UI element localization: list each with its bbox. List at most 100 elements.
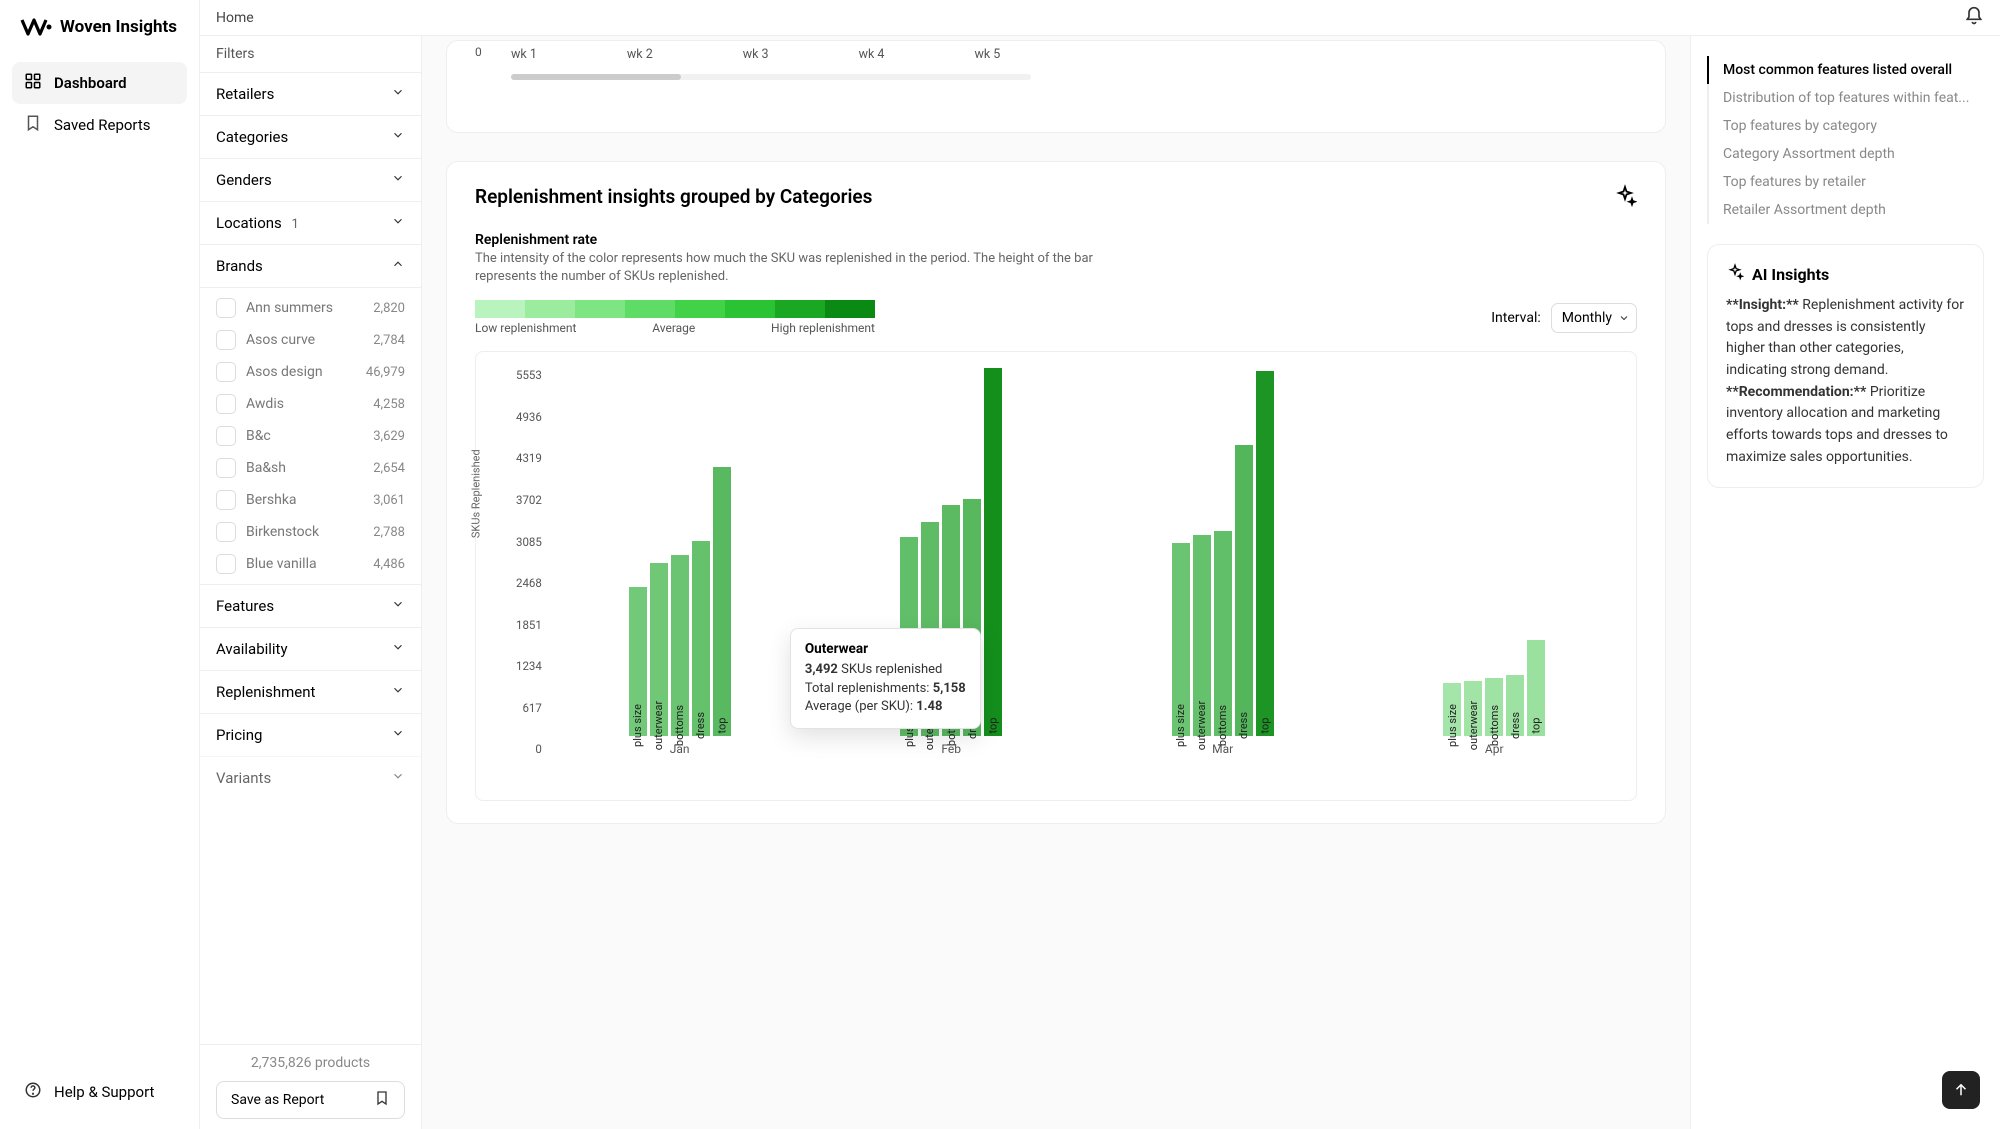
checkbox[interactable] (216, 522, 236, 542)
brand-count: 2,784 (373, 333, 405, 348)
brand-list[interactable]: Ann summers 2,820 Asos curve 2,784 Asos desi… (200, 287, 421, 584)
checkbox[interactable] (216, 298, 236, 318)
bar[interactable]: dress (692, 541, 710, 736)
chevron-down-icon (391, 128, 405, 146)
save-report-button[interactable]: Save as Report (216, 1081, 405, 1119)
sparkle-icon[interactable] (1613, 184, 1637, 208)
interval-value: Monthly (1562, 310, 1612, 326)
bar-label: outerwear (1195, 701, 1208, 750)
bar-label: dress (694, 712, 707, 739)
brand-item[interactable]: Birkenstock2,788 (200, 516, 421, 548)
y-tick: 3085 (516, 535, 542, 549)
breadcrumb-home[interactable]: Home (216, 10, 254, 26)
bar[interactable]: plus size (629, 587, 647, 736)
filter-genders[interactable]: Genders (200, 158, 421, 201)
bar[interactable]: outerwear (650, 563, 668, 737)
brand-count: 46,979 (366, 365, 405, 380)
chevron-down-icon (391, 769, 405, 787)
checkbox[interactable] (216, 362, 236, 382)
brand-count: 2,820 (373, 301, 405, 316)
filter-availability[interactable]: Availability (200, 627, 421, 670)
brand-item[interactable]: Ann summers 2,820 (200, 292, 421, 324)
mini-scroll-thumb[interactable] (511, 74, 681, 80)
toc-item[interactable]: Top features by category (1707, 112, 1984, 140)
filter-features[interactable]: Features (200, 584, 421, 627)
checkbox[interactable] (216, 490, 236, 510)
checkbox[interactable] (216, 554, 236, 574)
brand-item[interactable]: Asos design46,979 (200, 356, 421, 388)
brand-item[interactable]: B&c3,629 (200, 420, 421, 452)
chevron-down-icon (391, 640, 405, 658)
filters-title: Filters (200, 36, 421, 72)
filter-brands[interactable]: Brands (200, 244, 421, 287)
chevron-down-icon (391, 214, 405, 232)
y-axis-label: SKUs Replenished (470, 450, 483, 539)
bar-label: plus size (631, 704, 644, 747)
checkbox[interactable] (216, 458, 236, 478)
bar[interactable]: bottoms (1214, 531, 1232, 736)
scroll-top-button[interactable] (1942, 1071, 1980, 1109)
nav-help-label: Help & Support (54, 1083, 154, 1101)
nav-help[interactable]: Help & Support (12, 1071, 187, 1113)
interval-select[interactable]: Monthly (1551, 303, 1637, 333)
bar[interactable]: bottoms (671, 555, 689, 737)
save-report-label: Save as Report (231, 1092, 324, 1108)
chevron-down-icon (391, 683, 405, 701)
toc-item[interactable]: Top features by retailer (1707, 168, 1984, 196)
grad-low: Low replenishment (475, 321, 576, 335)
y-ticks: 555349364319370230852468185112346170 (516, 368, 550, 756)
bar[interactable]: outerwear (1464, 681, 1482, 737)
checkbox[interactable] (216, 330, 236, 350)
brand-item[interactable]: Awdis4,258 (200, 388, 421, 420)
checkbox[interactable] (216, 394, 236, 414)
bar[interactable]: plus size (1172, 543, 1190, 737)
brand-item[interactable]: Asos curve 2,784 (200, 324, 421, 356)
brand-item[interactable]: Blue vanilla4,486 (200, 548, 421, 580)
bar[interactable]: dress (1235, 445, 1253, 737)
bar[interactable]: dress (1506, 675, 1524, 736)
mini-scrollbar[interactable] (511, 74, 1031, 80)
brand-name: Blue vanilla (246, 556, 317, 572)
filter-replenishment[interactable]: Replenishment (200, 670, 421, 713)
bar-label: bottoms (1488, 705, 1501, 746)
brand-name: Asos curve (246, 332, 315, 348)
brand-item[interactable]: Bershka3,061 (200, 484, 421, 516)
filter-pricing[interactable]: Pricing (200, 713, 421, 756)
nav-dashboard[interactable]: Dashboard (12, 62, 187, 104)
filter-categories[interactable]: Categories (200, 115, 421, 158)
bar-label: top (1258, 718, 1271, 734)
topbar: Home (200, 0, 2000, 36)
grad-high: High replenishment (771, 321, 875, 335)
bar[interactable]: outerwear (1193, 535, 1211, 736)
bar[interactable]: top (984, 368, 1002, 736)
bar[interactable]: top (1527, 640, 1545, 736)
brand-item[interactable]: Ba&sh2,654 (200, 452, 421, 484)
bar-label: top (715, 718, 728, 734)
toc-item[interactable]: Distribution of top features within feat… (1707, 84, 1984, 112)
brand-count: 4,258 (373, 397, 405, 412)
toc-item[interactable]: Most common features listed overall (1707, 56, 1984, 84)
bar[interactable]: plus size (1443, 683, 1461, 737)
filter-variants[interactable]: Variants (200, 756, 421, 799)
dashboard-icon (24, 72, 42, 94)
bar-label: bottoms (1216, 705, 1229, 746)
bar[interactable]: top (713, 467, 731, 737)
brand-name: Ann summers (246, 300, 333, 316)
toc-item[interactable]: Category Assortment depth (1707, 140, 1984, 168)
bar[interactable]: bottoms (1485, 678, 1503, 736)
chevron-up-icon (391, 257, 405, 275)
y-tick: 1851 (516, 618, 542, 632)
toc-item[interactable]: Retailer Assortment depth (1707, 196, 1984, 224)
filter-locations[interactable]: Locations 1 (200, 201, 421, 244)
filters-panel: Filters Retailers Categories Genders Loc… (200, 36, 422, 1129)
bar-label: dress (1509, 712, 1522, 739)
checkbox[interactable] (216, 426, 236, 446)
filter-retailers[interactable]: Retailers (200, 72, 421, 115)
bell-icon[interactable] (1964, 6, 1984, 30)
month-group: plus sizeouterwearbottomsdresstopApr (1372, 368, 1616, 756)
mini-tick: wk 4 (859, 47, 885, 62)
nav-saved-reports[interactable]: Saved Reports (12, 104, 187, 146)
bar[interactable]: top (1256, 371, 1274, 737)
gradient-legend (475, 300, 875, 318)
bookmark-icon (374, 1090, 390, 1110)
